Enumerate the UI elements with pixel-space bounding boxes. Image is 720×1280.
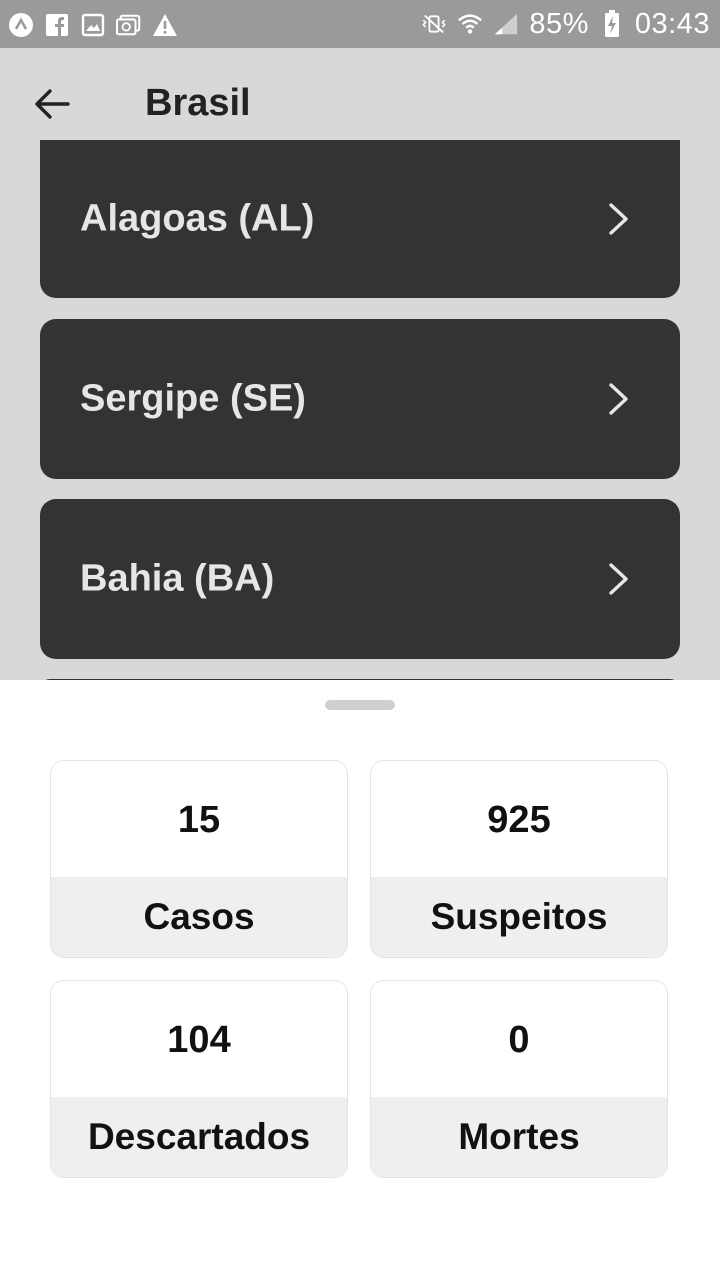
stat-label: Suspeitos [371, 877, 667, 957]
battery-percent: 85% [529, 7, 589, 40]
wifi-icon [457, 11, 483, 37]
stat-card-casos: 15 Casos [50, 760, 348, 958]
facebook-icon [44, 12, 70, 38]
state-item-label: Alagoas (AL) [80, 197, 315, 240]
gallery-icon [80, 12, 106, 38]
stat-card-suspeitos: 925 Suspeitos [370, 760, 668, 958]
stat-value: 15 [177, 798, 221, 841]
stat-label: Mortes [371, 1097, 667, 1177]
stat-label: Casos [51, 877, 347, 957]
arrow-left-icon [35, 89, 70, 119]
state-item-label: Sergipe (SE) [80, 377, 306, 420]
stat-value: 104 [167, 1018, 231, 1061]
stat-label: Descartados [51, 1097, 347, 1177]
stat-card-descartados: 104 Descartados [50, 980, 348, 1178]
battery-charging-icon [599, 10, 625, 37]
email-icon [116, 12, 142, 38]
page-title: Brasil [145, 82, 251, 124]
chevron-right-icon [609, 203, 628, 235]
status-bar: 85% 03:43 [0, 0, 720, 48]
stat-card-mortes: 0 Mortes [370, 980, 668, 1178]
state-item-label: Bahia (BA) [80, 557, 275, 600]
vibrate-mute-icon [421, 11, 447, 37]
signal-icon [493, 11, 519, 37]
clock: 03:43 [634, 7, 710, 40]
bottom-sheet: 15 Casos 925 Suspeitos 104 Descartados 0… [0, 680, 720, 1280]
app-icon [8, 12, 34, 38]
warning-icon [152, 12, 178, 38]
sheet-drag-handle[interactable] [325, 700, 395, 710]
state-item-bahia[interactable]: Bahia (BA) [40, 499, 680, 659]
notification-icons [8, 10, 178, 40]
system-icons: 85% 03:43 [421, 6, 710, 42]
state-item-alagoas[interactable]: Alagoas (AL) [40, 140, 680, 298]
stat-value: 0 [508, 1018, 530, 1061]
chevron-right-icon [609, 563, 628, 595]
back-button[interactable] [28, 80, 76, 128]
chevron-right-icon [609, 383, 628, 415]
stat-value: 925 [487, 798, 551, 841]
state-item-sergipe[interactable]: Sergipe (SE) [40, 319, 680, 479]
